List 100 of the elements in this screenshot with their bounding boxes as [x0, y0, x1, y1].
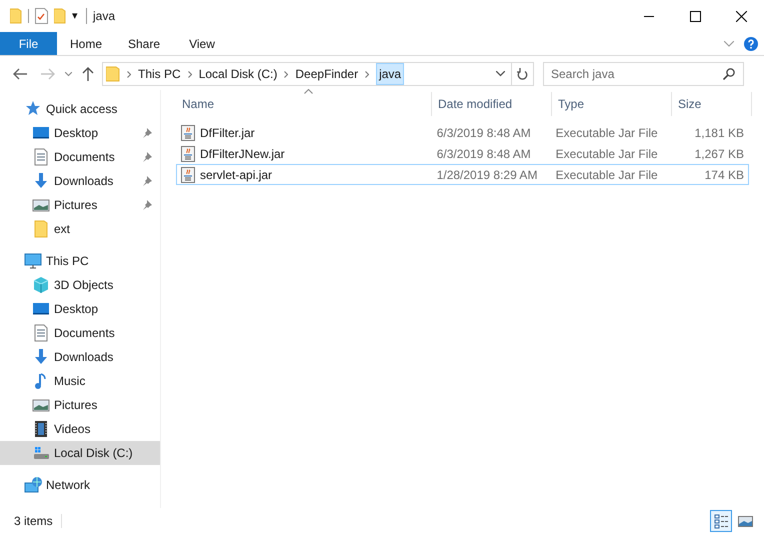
navigation-item[interactable]: Desktop: [0, 297, 160, 321]
file-name: servlet-api.jar: [200, 166, 272, 184]
expand-ribbon-icon[interactable]: [724, 40, 734, 46]
navigation-label: Pictures: [54, 397, 98, 414]
address-bar[interactable]: This PC Local Disk (C:) DeepFinder java: [102, 62, 534, 86]
customize-toolbar-button[interactable]: ▾: [72, 10, 78, 22]
back-icon[interactable]: [13, 68, 27, 80]
help-icon[interactable]: [744, 36, 758, 50]
file-name: DfFilterJNew.jar: [200, 146, 285, 162]
navigation-item[interactable]: Documents: [0, 321, 160, 345]
column-header[interactable]: Type: [552, 92, 672, 116]
table-cell-text: Executable Jar File: [556, 166, 658, 184]
navigation-label: Pictures: [54, 197, 98, 214]
navigation-label: Desktop: [54, 301, 100, 318]
navigation-item[interactable]: Downloads: [0, 169, 160, 193]
navigation-label: Music: [54, 373, 86, 390]
document-icon: [32, 148, 50, 166]
details-view-button[interactable]: [710, 510, 732, 532]
star-icon: [24, 100, 42, 118]
breadcrumb[interactable]: Local Disk (C:): [198, 63, 278, 85]
navigation-label: Local Disk (C:): [54, 445, 134, 462]
breadcrumb[interactable]: java: [376, 63, 404, 85]
breadcrumb[interactable]: This PC: [138, 63, 181, 85]
chevron-icon: [284, 70, 288, 78]
navigation-item[interactable]: Pictures: [0, 193, 160, 217]
breadcrumb[interactable]: DeepFinder: [295, 63, 358, 85]
recent-locations-icon[interactable]: [65, 72, 72, 76]
refresh-icon[interactable]: [517, 68, 528, 80]
navigation-item[interactable]: Downloads: [0, 345, 160, 369]
table-cell-text: 6/3/2019 8:48 AM: [436, 146, 531, 162]
large-icons-icon: [738, 514, 752, 528]
navigation-label: Desktop: [54, 125, 100, 142]
navigation-label: Downloads: [54, 349, 114, 366]
navigation-label: This PC: [46, 253, 90, 270]
table-cell-text: 6/3/2019 8:48 AM: [436, 124, 531, 142]
drive-icon: [32, 444, 50, 462]
navigation-label: ext: [54, 221, 72, 238]
ribbon-tab[interactable]: Share: [115, 32, 173, 55]
computer-icon: [24, 252, 42, 270]
maximize-icon: [690, 10, 700, 22]
film-icon: [32, 420, 50, 438]
navigation-label: 3D Objects: [54, 277, 114, 294]
file-row[interactable]: DfFilter.jar 6/3/2019 8:48 AM Executable Jar File 1,181 KB: [176, 122, 749, 143]
search-input: Search java: [544, 65, 723, 83]
file-row[interactable]: servlet-api.jar 1/28/2019 8:29 AM Executable Jar File 174 KB: [176, 164, 749, 185]
file-name: DfFilter.jar: [200, 124, 255, 142]
folder-icon: [10, 8, 22, 24]
navigation-item[interactable]: Music: [0, 369, 160, 393]
details-view-icon: [714, 514, 728, 528]
navigation-label: Quick access: [46, 101, 118, 118]
navigation-item[interactable]: Network: [0, 473, 160, 497]
navigation-item[interactable]: Quick access: [0, 97, 160, 121]
navigation-item[interactable]: Local Disk (C:): [0, 441, 160, 465]
column-header[interactable]: Date modified: [432, 92, 552, 116]
navigation-item[interactable]: ext: [0, 217, 160, 241]
navigation-item[interactable]: This PC: [0, 249, 160, 273]
item-count: 3 items: [14, 513, 53, 530]
navigation-label: Documents: [54, 149, 116, 166]
chevron-icon: [365, 70, 370, 78]
navigation-item[interactable]: Documents: [0, 145, 160, 169]
properties-icon: [35, 8, 48, 24]
jar-file-icon: [180, 166, 196, 182]
jar-file-icon: [180, 146, 196, 162]
table-cell-text: Executable Jar File: [556, 146, 658, 162]
file-row[interactable]: DfFilterJNew.jar 6/3/2019 8:48 AM Executable Jar File 1,267 KB: [176, 143, 749, 164]
navigation-item[interactable]: Desktop: [0, 121, 160, 145]
navigation-label: Downloads: [54, 173, 114, 190]
network-icon: [24, 476, 42, 494]
navigation-item[interactable]: Pictures: [0, 393, 160, 417]
cube-icon: [32, 276, 50, 294]
chevron-icon: [127, 70, 131, 78]
navigation-label: Videos: [54, 421, 92, 438]
navigation-item[interactable]: 3D Objects: [0, 273, 160, 297]
dropdown-icon[interactable]: [496, 71, 505, 77]
table-cell-text: 174 KB: [704, 166, 744, 184]
window-title: java: [93, 8, 116, 25]
table-cell-text: 1,181 KB: [694, 124, 744, 142]
search-icon: [723, 68, 735, 80]
up-icon[interactable]: [82, 67, 94, 81]
table-cell-text: 1/28/2019 8:29 AM: [436, 166, 538, 184]
navigation-label: Documents: [54, 325, 116, 342]
column-header[interactable]: Size: [672, 92, 752, 116]
ribbon-tab[interactable]: Home: [57, 32, 115, 55]
table-cell-text: Executable Jar File: [556, 124, 658, 142]
ribbon-tab[interactable]: File: [0, 32, 57, 55]
download-icon: [32, 348, 50, 366]
navigation-label: Network: [46, 477, 92, 494]
ribbon-tab[interactable]: View: [173, 32, 231, 55]
close-icon: [736, 10, 746, 22]
navigation-item[interactable]: Videos: [0, 417, 160, 441]
new-folder-icon: [54, 8, 66, 24]
table-cell-text: 1,267 KB: [694, 146, 744, 162]
column-header[interactable]: Name: [176, 92, 432, 116]
folder-icon: [106, 66, 120, 82]
folder-icon: [32, 220, 50, 238]
search-field[interactable]: Search java: [543, 62, 744, 86]
jar-file-icon: [180, 124, 196, 140]
download-icon: [32, 172, 50, 190]
document-icon: [32, 324, 50, 342]
chevron-icon: [188, 70, 192, 78]
